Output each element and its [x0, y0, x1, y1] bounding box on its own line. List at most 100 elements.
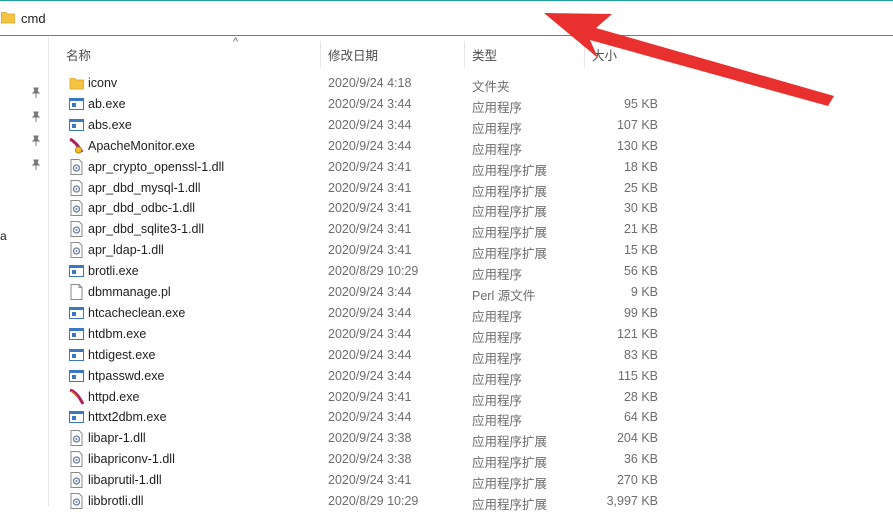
file-modified-date: 2020/9/24 3:44	[328, 368, 412, 383]
file-type: 应用程序扩展	[472, 184, 548, 199]
column-divider[interactable]	[584, 41, 585, 67]
file-modified-date: 2020/9/24 3:41	[328, 389, 412, 404]
file-row[interactable]: htdbm.exe 2020/9/24 3:44 应用程序 121 KB	[0, 324, 893, 345]
file-name: ab.exe	[88, 96, 126, 111]
file-name: htpasswd.exe	[88, 368, 165, 383]
application-icon	[69, 97, 84, 110]
file-modified-date: 2020/9/24 3:38	[328, 431, 412, 446]
application-icon	[69, 306, 84, 319]
application-icon	[69, 369, 84, 382]
column-size[interactable]: 大小	[592, 45, 617, 64]
file-type: 应用程序扩展	[472, 247, 548, 262]
file-modified-date: 2020/9/24 3:44	[328, 138, 412, 153]
file-row[interactable]: apr_ldap-1.dll 2020/9/24 3:41 应用程序扩展 15 KB	[0, 240, 893, 261]
file-size: 28 KB	[623, 389, 658, 404]
file-size: 107 KB	[616, 117, 658, 132]
file-name: httpd.exe	[88, 389, 140, 404]
file-name: libapriconv-1.dll	[88, 452, 175, 467]
column-type[interactable]: 类型	[472, 45, 497, 64]
file-size: 21 KB	[623, 222, 658, 237]
file-row[interactable]: brotli.exe 2020/8/29 10:29 应用程序 56 KB	[0, 261, 893, 282]
address-bar[interactable]: cmd	[0, 0, 893, 36]
dll-file-icon	[70, 493, 83, 509]
file-row[interactable]: ab.exe 2020/9/24 3:44 应用程序 95 KB	[0, 94, 893, 115]
dll-file-icon	[70, 430, 83, 447]
file-modified-date: 2020/9/24 3:44	[328, 326, 412, 341]
file-name: libapr-1.dll	[88, 431, 146, 446]
file-name: apr_crypto_openssl-1.dll	[88, 159, 225, 174]
file-size: 95 KB	[623, 96, 658, 111]
file-size: 56 KB	[623, 264, 658, 279]
file-row[interactable]: htcacheclean.exe 2020/9/24 3:44 应用程序 99 KB	[0, 303, 893, 324]
file-type: 应用程序	[472, 414, 523, 429]
file-type: 应用程序	[472, 142, 523, 157]
apache-monitor-icon	[69, 137, 84, 154]
file-size: 115 KB	[617, 368, 658, 383]
file-size: 9 KB	[630, 285, 658, 299]
folder-icon	[1, 12, 15, 24]
sort-ascending-icon: ^	[233, 36, 239, 48]
dll-file-icon	[70, 179, 83, 196]
file-modified-date: 2020/9/24 3:41	[328, 201, 412, 216]
file-name: libaprutil-1.dll	[88, 473, 162, 488]
file-size: 130 KB	[616, 138, 658, 153]
file-row[interactable]: httxt2dbm.exe 2020/9/24 3:44 应用程序 64 KB	[0, 407, 893, 428]
column-divider[interactable]	[320, 41, 321, 67]
file-type: Perl 源文件	[472, 289, 536, 303]
text-file-icon	[70, 284, 83, 300]
file-modified-date: 2020/9/24 3:44	[328, 117, 412, 132]
file-size: 99 KB	[623, 305, 658, 320]
address-path: cmd	[21, 11, 46, 26]
file-modified-date: 2020/8/29 10:29	[328, 264, 419, 279]
file-row[interactable]: apr_dbd_odbc-1.dll 2020/9/24 3:41 应用程序扩展 30…	[0, 198, 893, 219]
application-icon	[69, 327, 84, 340]
file-type: 应用程序扩展	[472, 163, 548, 178]
file-row[interactable]: libbrotli.dll 2020/8/29 10:29 应用程序扩展 3,997 …	[0, 491, 893, 512]
file-row[interactable]: httpd.exe 2020/9/24 3:41 应用程序 28 KB	[0, 387, 893, 408]
application-icon	[69, 411, 84, 424]
file-modified-date: 2020/9/24 3:44	[328, 410, 412, 425]
file-name: abs.exe	[88, 117, 132, 132]
file-name: apr_ldap-1.dll	[88, 243, 164, 258]
file-row[interactable]: htdigest.exe 2020/9/24 3:44 应用程序 83 KB	[0, 345, 893, 366]
file-type: 应用程序扩展	[472, 456, 548, 471]
file-modified-date: 2020/9/24 4:18	[328, 76, 412, 90]
file-row[interactable]: libapr-1.dll 2020/9/24 3:38 应用程序扩展 204 KB	[0, 428, 893, 449]
dll-file-icon	[70, 451, 83, 468]
file-type: 应用程序扩展	[472, 226, 548, 241]
column-divider[interactable]	[464, 41, 465, 67]
file-row[interactable]: iconv 2020/9/24 4:18 文件夹	[0, 73, 893, 94]
file-row[interactable]: apr_dbd_sqlite3-1.dll 2020/9/24 3:41 应用程序扩…	[0, 219, 893, 240]
file-name: dbmmanage.pl	[88, 285, 171, 299]
file-row[interactable]: dbmmanage.pl 2020/9/24 3:44 Perl 源文件 9 KB	[0, 282, 893, 303]
file-size: 83 KB	[623, 347, 658, 362]
file-row[interactable]: apr_dbd_mysql-1.dll 2020/9/24 3:41 应用程序扩展 2…	[0, 178, 893, 199]
file-size: 25 KB	[623, 180, 658, 195]
dll-file-icon	[70, 158, 83, 175]
file-name: httxt2dbm.exe	[88, 410, 167, 425]
file-modified-date: 2020/9/24 3:44	[328, 347, 412, 362]
file-type: 应用程序	[472, 100, 523, 115]
file-type: 应用程序	[472, 372, 523, 387]
folder-icon	[69, 78, 84, 90]
file-modified-date: 2020/9/24 3:44	[328, 305, 412, 320]
column-name[interactable]: 名称	[66, 45, 91, 64]
file-row[interactable]: apr_crypto_openssl-1.dll 2020/9/24 3:41 应用…	[0, 157, 893, 178]
file-name: apr_dbd_sqlite3-1.dll	[88, 222, 205, 237]
file-name: htdbm.exe	[88, 326, 147, 341]
file-name: iconv	[88, 76, 118, 90]
file-row[interactable]: ApacheMonitor.exe 2020/9/24 3:44 应用程序 130 K…	[0, 136, 893, 157]
file-row[interactable]: abs.exe 2020/9/24 3:44 应用程序 107 KB	[0, 115, 893, 136]
column-date[interactable]: 修改日期	[328, 45, 378, 64]
file-type: 应用程序	[472, 268, 523, 283]
file-name: htcacheclean.exe	[88, 305, 186, 320]
file-modified-date: 2020/9/24 3:41	[328, 243, 412, 258]
file-type: 应用程序扩展	[472, 477, 548, 492]
file-type: 应用程序扩展	[472, 205, 548, 220]
file-row[interactable]: libaprutil-1.dll 2020/9/24 3:41 应用程序扩展 270 …	[0, 470, 893, 491]
file-row[interactable]: htpasswd.exe 2020/9/24 3:44 应用程序 115 KB	[0, 366, 893, 387]
apache-feather-icon	[69, 388, 84, 405]
file-size: 15 KB	[623, 243, 658, 258]
file-modified-date: 2020/9/24 3:44	[328, 96, 412, 111]
file-row[interactable]: libapriconv-1.dll 2020/9/24 3:38 应用程序扩展 36 …	[0, 449, 893, 470]
